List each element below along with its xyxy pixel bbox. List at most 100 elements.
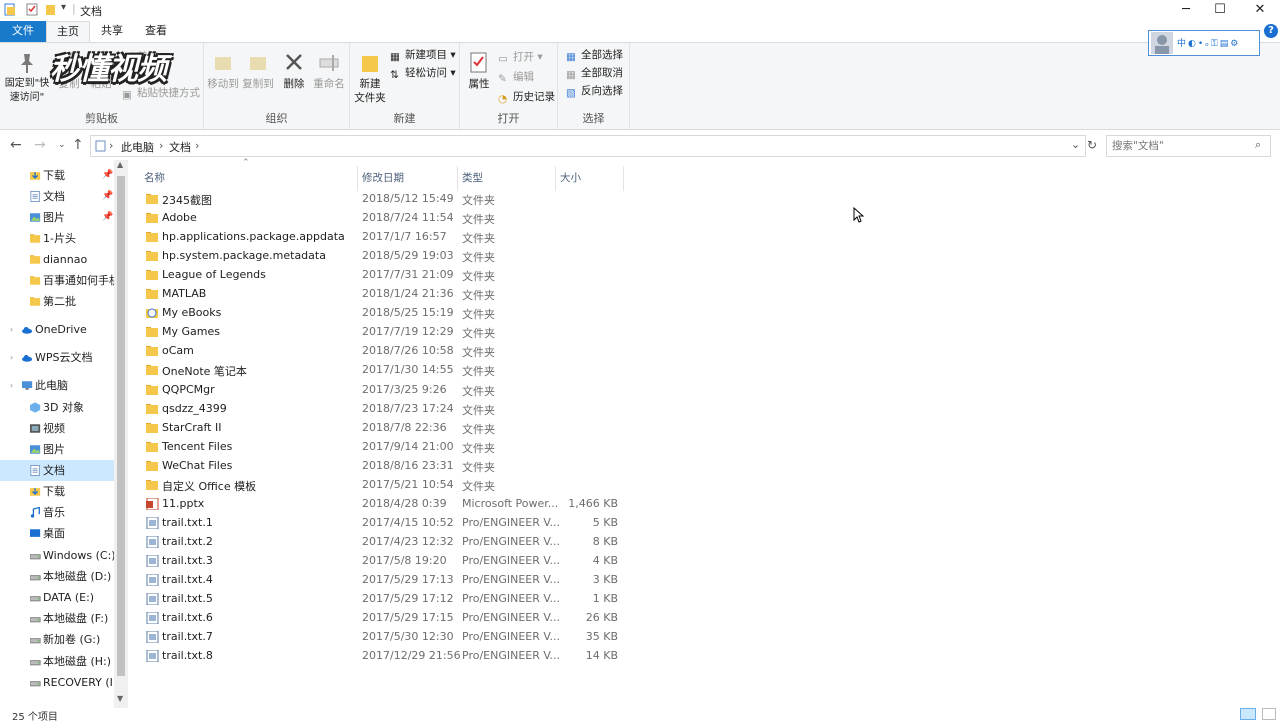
file-row[interactable]: 自定义 Office 模板 2017/5/21 10:54 文件夹 xyxy=(140,476,620,495)
copy-to-button[interactable]: 复制到 xyxy=(240,51,276,91)
back-arrow-icon[interactable]: ← xyxy=(10,137,22,153)
file-row[interactable]: qsdzz_4399 2018/7/23 17:24 文件夹 xyxy=(140,400,620,419)
nav-item[interactable]: 下载 xyxy=(0,481,114,502)
file-row[interactable]: trail.txt.4 2017/5/29 17:13 Pro/ENGINEER V… xyxy=(140,571,620,590)
invert-selection-button[interactable]: ▧ 反向选择 xyxy=(566,83,623,99)
tab-file[interactable]: 文件 xyxy=(0,21,46,42)
search-box[interactable]: ⌕ xyxy=(1106,135,1271,157)
nav-item[interactable]: 此电脑 › xyxy=(0,375,114,396)
ime-keyboard-icon[interactable]: ▤ xyxy=(1220,39,1231,49)
file-row[interactable]: 2345截图 2018/5/12 15:49 文件夹 xyxy=(140,190,620,209)
tab-home[interactable]: 主页 xyxy=(46,21,90,42)
nav-scrollbar[interactable]: ▲ ▼ xyxy=(114,160,128,708)
nav-item[interactable]: Windows (C:) xyxy=(0,545,114,566)
nav-item[interactable]: 第二批 xyxy=(0,291,114,312)
new-folder-quick-icon[interactable] xyxy=(44,3,57,16)
new-item-button[interactable]: ▦ 新建项目 ▾ xyxy=(390,47,456,63)
nav-item[interactable]: 图片 xyxy=(0,439,114,460)
nav-item[interactable]: OneDrive › xyxy=(0,319,114,340)
address-bar[interactable]: › 此电脑 › 文档 › ⌄ xyxy=(90,135,1086,157)
breadcrumb-this-pc[interactable]: 此电脑 xyxy=(121,139,154,155)
rename-button[interactable]: 重命名 xyxy=(310,51,348,91)
nav-item[interactable]: WPS云文档 › xyxy=(0,347,114,368)
file-row[interactable]: MATLAB 2018/1/24 21:36 文件夹 xyxy=(140,285,620,304)
quick-access-dropdown-icon[interactable]: ▾ xyxy=(61,2,66,13)
pin-quick-access-button[interactable]: 固定到"快速访问" xyxy=(2,51,52,105)
expand-chevron-icon[interactable]: › xyxy=(10,375,13,396)
column-header-date[interactable]: 修改日期 xyxy=(358,166,458,191)
nav-item[interactable]: 1-片头 xyxy=(0,228,114,249)
file-row[interactable]: oCam 2018/7/26 10:58 文件夹 xyxy=(140,342,620,361)
nav-item[interactable]: 本地磁盘 (H:) xyxy=(0,651,114,672)
nav-item[interactable]: 音乐 xyxy=(0,502,114,523)
new-folder-button[interactable]: 新建 文件夹 xyxy=(352,51,388,105)
properties-quick-icon[interactable] xyxy=(26,3,39,16)
file-row[interactable]: StarCraft II 2018/7/8 22:36 文件夹 xyxy=(140,419,620,438)
history-button[interactable]: ◔ 历史记录 xyxy=(498,89,555,105)
tab-share[interactable]: 共享 xyxy=(90,21,134,42)
file-row[interactable]: League of Legends 2017/7/31 21:09 文件夹 xyxy=(140,266,620,285)
file-row[interactable]: trail.txt.6 2017/5/29 17:15 Pro/ENGINEER V… xyxy=(140,609,620,628)
open-button[interactable]: ▭ 打开 ▾ xyxy=(498,49,543,65)
close-button[interactable]: ✕ xyxy=(1240,0,1280,21)
file-row[interactable]: Tencent Files 2017/9/14 21:00 文件夹 xyxy=(140,438,620,457)
properties-button[interactable]: 属性 xyxy=(464,51,494,91)
file-row[interactable]: trail.txt.5 2017/5/29 17:12 Pro/ENGINEER V… xyxy=(140,590,620,609)
file-row[interactable]: My Games 2017/7/19 12:29 文件夹 xyxy=(140,323,620,342)
nav-item[interactable]: 新加卷 (G:) xyxy=(0,629,114,650)
nav-item[interactable]: diannao xyxy=(0,249,114,270)
expand-chevron-icon[interactable]: › xyxy=(10,347,13,368)
search-icon[interactable]: ⌕ xyxy=(1255,138,1261,152)
file-row[interactable]: QQPCMgr 2017/3/25 9:26 文件夹 xyxy=(140,381,620,400)
nav-item[interactable]: 本地磁盘 (D:) xyxy=(0,566,114,587)
delete-button[interactable]: 删除 xyxy=(280,51,308,91)
file-row[interactable]: trail.txt.8 2017/12/29 21:56 Pro/ENGINEER … xyxy=(140,647,620,666)
easy-access-button[interactable]: ⇅ 轻松访问 ▾ xyxy=(390,65,456,81)
file-row[interactable]: Adobe 2018/7/24 11:54 文件夹 xyxy=(140,209,620,228)
nav-scrollbar-thumb[interactable] xyxy=(117,176,125,676)
nav-item[interactable]: 3D 对象 xyxy=(0,397,114,418)
address-dropdown-chevron-icon[interactable]: ⌄ xyxy=(1071,138,1080,151)
forward-arrow-icon[interactable]: → xyxy=(34,137,46,153)
edit-button[interactable]: ✎ 编辑 xyxy=(498,69,534,85)
maximize-button[interactable]: ☐ xyxy=(1200,0,1240,21)
file-row[interactable]: hp.system.package.metadata 2018/5/29 19:0… xyxy=(140,247,620,266)
nav-item[interactable]: 文档 📌 xyxy=(0,186,114,207)
scroll-up-icon[interactable]: ▲ xyxy=(117,160,123,169)
tab-view[interactable]: 查看 xyxy=(134,21,178,42)
column-header-type[interactable]: 类型 xyxy=(458,166,556,191)
nav-item[interactable]: 视频 xyxy=(0,418,114,439)
file-row[interactable]: trail.txt.1 2017/4/15 10:52 Pro/ENGINEER V… xyxy=(140,514,620,533)
file-row[interactable]: WeChat Files 2018/8/16 23:31 文件夹 xyxy=(140,457,620,476)
nav-item[interactable]: 本地磁盘 (F:) xyxy=(0,608,114,629)
move-to-button[interactable]: 移动到 xyxy=(206,51,240,91)
nav-item[interactable]: 桌面 xyxy=(0,523,114,544)
nav-item[interactable]: 文档 xyxy=(0,460,114,481)
nav-item[interactable]: RECOVERY (I:) xyxy=(0,672,114,693)
file-row[interactable]: trail.txt.7 2017/5/30 12:30 Pro/ENGINEER V… xyxy=(140,628,620,647)
file-row[interactable]: hp.applications.package.appdata 2017/1/7 … xyxy=(140,228,620,247)
ime-chinese-mode[interactable]: 中 xyxy=(1177,39,1188,49)
nav-item[interactable]: 下载 📌 xyxy=(0,165,114,186)
select-none-button[interactable]: ▦ 全部取消 xyxy=(566,65,623,81)
ime-punctuation[interactable]: •ₒ xyxy=(1198,39,1211,49)
column-header-name[interactable]: 名称 xyxy=(140,166,358,191)
large-icons-view-icon[interactable] xyxy=(1262,708,1276,720)
scroll-down-icon[interactable]: ▼ xyxy=(117,694,123,703)
ime-toolbar[interactable]: 中◐•ₒ⚿▤⚙ xyxy=(1148,30,1260,56)
ime-tools-icon[interactable]: ⚿ xyxy=(1211,39,1220,49)
column-header-size[interactable]: 大小 xyxy=(556,166,624,191)
ime-buttons[interactable]: 中◐•ₒ⚿▤⚙ xyxy=(1177,36,1240,49)
ime-settings-icon[interactable]: ⚙ xyxy=(1230,39,1240,49)
file-row[interactable]: trail.txt.3 2017/5/8 19:20 Pro/ENGINEER V.… xyxy=(140,552,620,571)
recent-locations-chevron-icon[interactable]: ⌄ xyxy=(58,140,66,150)
up-arrow-icon[interactable]: ↑ xyxy=(72,137,84,153)
ime-halfwidth[interactable]: ◐ xyxy=(1188,39,1198,49)
file-row[interactable]: My eBooks 2018/5/25 15:19 文件夹 xyxy=(140,304,620,323)
help-icon[interactable]: ? xyxy=(1264,24,1278,38)
file-row[interactable]: OneNote 笔记本 2017/1/30 14:55 文件夹 xyxy=(140,361,620,380)
nav-item[interactable]: 图片 📌 xyxy=(0,207,114,228)
expand-chevron-icon[interactable]: › xyxy=(10,319,13,340)
breadcrumb-documents[interactable]: 文档 xyxy=(169,139,191,155)
file-row[interactable]: 11.pptx 2018/4/28 0:39 Microsoft Power... 1… xyxy=(140,495,620,514)
